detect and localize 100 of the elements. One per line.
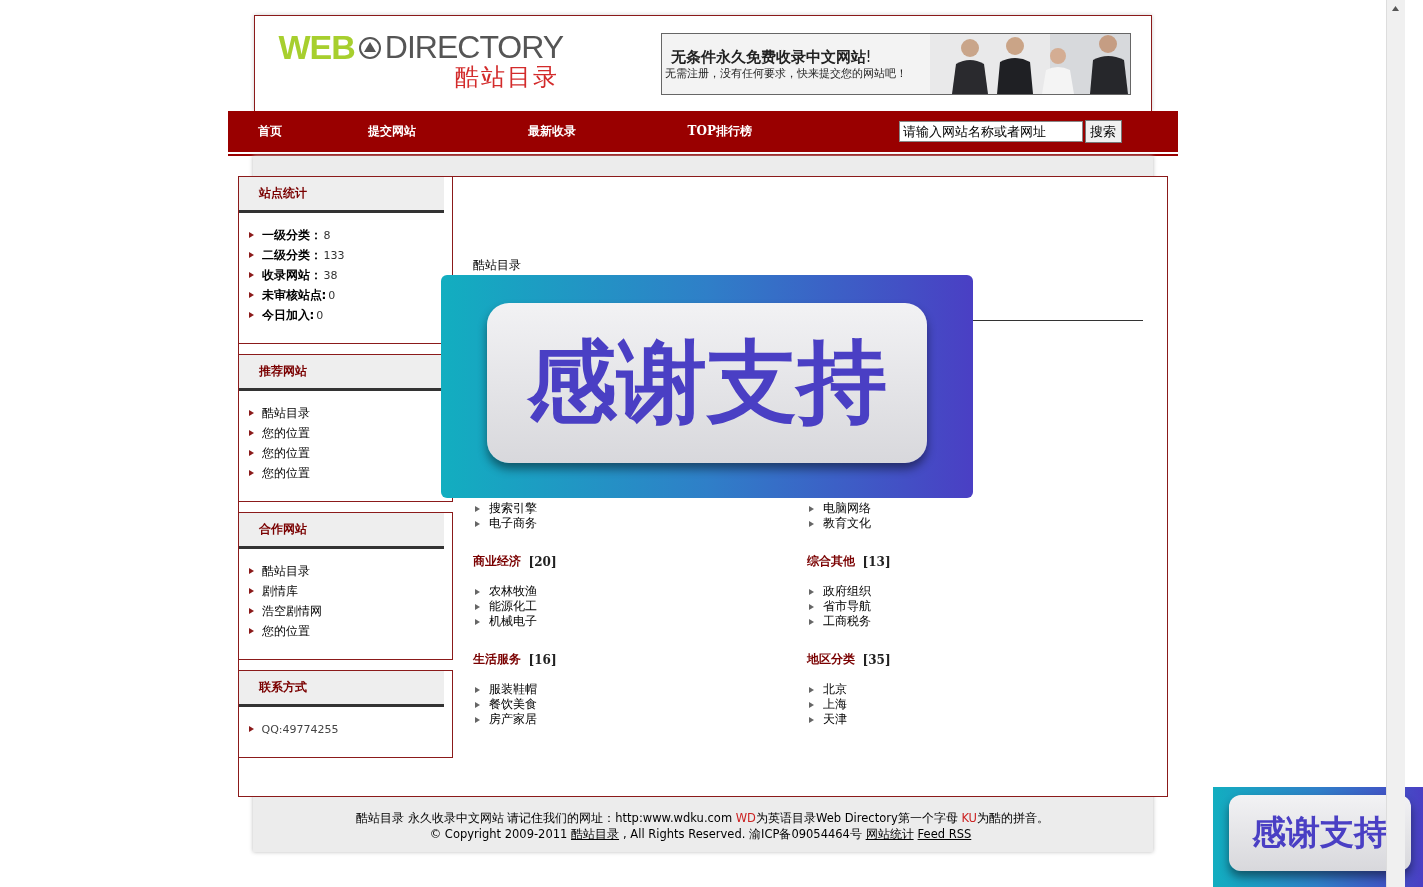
bullet-icon xyxy=(248,470,254,476)
bullet-icon xyxy=(248,232,254,238)
subcategory-link[interactable]: 电脑网络 xyxy=(822,500,871,517)
subcategory-link[interactable]: 能源化工 xyxy=(488,598,537,615)
copyright-text: © Copyright 2009-2011 酷站目录 , All Rights Reserved. 渝ICP备09054464号 网站统计 Feed RSS xyxy=(429,827,973,842)
category-count: [20] xyxy=(528,554,557,569)
category-title[interactable]: 生活服务 xyxy=(472,651,521,668)
box-title: 推荐网站 xyxy=(258,363,307,380)
sidebar-link[interactable]: 您的位置 xyxy=(261,464,310,482)
stat-value: 0 xyxy=(316,308,324,322)
bullet-icon xyxy=(474,520,480,527)
subcategory-link[interactable]: 天津 xyxy=(822,711,847,728)
nav-link[interactable]: 提交网站 xyxy=(367,123,416,140)
category-title[interactable]: 综合其他 xyxy=(806,553,855,570)
category-title[interactable]: 商业经济 xyxy=(472,553,521,570)
banner-subline: 无需注册，没有任何要求，快来提交您的网站吧！ xyxy=(664,66,907,81)
subcategory-link[interactable]: 北京 xyxy=(822,681,847,698)
bullet-icon xyxy=(248,588,254,594)
stat-label: 未审核站点: xyxy=(261,286,327,304)
footer-text: 酷站目录 永久收录中文网站 请记住我们的网址：http:www.wdku.com WD为英语目录Web Directory第一个字母 KU为酷的拼音。 xyxy=(355,811,1050,826)
scrollbar[interactable] xyxy=(1386,0,1405,887)
subcategory-link[interactable]: 服装鞋帽 xyxy=(488,681,537,698)
bullet-icon xyxy=(474,686,480,693)
bullet-icon xyxy=(474,588,480,595)
subcategory-link[interactable]: 工商税务 xyxy=(822,613,871,630)
sidebar-link[interactable]: 浩空剧情网 xyxy=(261,602,322,620)
category-count: [16] xyxy=(528,652,557,667)
nav-link[interactable]: 最新收录 xyxy=(527,123,576,140)
bullet-icon xyxy=(474,701,480,708)
ad-text: 感谢支持 xyxy=(1252,811,1388,854)
subcategory-link[interactable]: 电子商务 xyxy=(488,515,537,532)
category-count: [35] xyxy=(862,652,891,667)
contact-text: QQ:49774255 xyxy=(261,722,339,736)
banner[interactable]: 无条件永久免费收录中文网站! 无需注册，没有任何要求，快来提交您的网站吧！ xyxy=(660,32,1131,95)
bullet-icon xyxy=(248,272,254,278)
logo-text: DIRECTORY xyxy=(384,29,564,65)
stat-label: 今日加入: xyxy=(261,306,315,324)
box-title: 联系方式 xyxy=(258,679,307,696)
bullet-icon xyxy=(808,618,814,625)
bullet-icon xyxy=(808,588,814,595)
bullet-icon xyxy=(474,618,480,625)
subcategory-link[interactable]: 房产家居 xyxy=(488,711,537,728)
bullet-icon xyxy=(474,716,480,723)
nav-link[interactable]: 首页 xyxy=(257,123,282,140)
stat-value: 0 xyxy=(328,288,336,302)
subcategory-link[interactable]: 省市导航 xyxy=(822,598,871,615)
box-title: 合作网站 xyxy=(258,521,307,538)
box-title: 站点统计 xyxy=(258,185,307,202)
subcategory-link[interactable]: 农林牧渔 xyxy=(488,583,537,600)
bullet-icon xyxy=(808,686,814,693)
arrow-circle-icon xyxy=(358,36,381,59)
category-count: [13] xyxy=(862,554,891,569)
stat-value: 38 xyxy=(323,268,338,282)
stat-label: 收录网站： xyxy=(261,266,322,284)
sidebar-link[interactable]: 酷站目录 xyxy=(261,404,310,422)
sidebar-link[interactable]: 您的位置 xyxy=(261,444,310,462)
bullet-icon xyxy=(248,252,254,258)
subcategory-link[interactable]: 上海 xyxy=(822,696,847,713)
bullet-icon xyxy=(808,603,814,610)
logo-text: WEB xyxy=(278,28,355,67)
sidebar-link[interactable]: 您的位置 xyxy=(261,622,310,640)
search-button[interactable]: 搜索 xyxy=(1084,120,1122,143)
bullet-icon xyxy=(808,716,814,723)
nav-link[interactable]: TOP排行榜 xyxy=(687,123,752,140)
subcategory-link[interactable]: 搜索引擎 xyxy=(488,500,537,517)
sidebar-link[interactable]: 您的位置 xyxy=(261,424,310,442)
bullet-icon xyxy=(248,292,254,298)
stat-label: 一级分类： xyxy=(261,226,322,244)
search-field[interactable]: 请输入网站名称或者网址 xyxy=(898,121,1083,142)
sidebar-link[interactable]: 剧情库 xyxy=(261,582,298,600)
ad-text: 感谢支持 xyxy=(527,327,887,436)
floating-ad[interactable]: 感谢支持 xyxy=(1213,787,1423,887)
category-title[interactable]: 地区分类 xyxy=(806,651,855,668)
subcategory-link[interactable]: 教育文化 xyxy=(822,515,871,532)
bullet-icon xyxy=(248,410,254,416)
bullet-icon xyxy=(248,726,254,732)
footer-link[interactable]: 网站统计 xyxy=(865,827,914,841)
bullet-icon xyxy=(248,312,254,318)
breadcrumb: 酷站目录 xyxy=(472,257,521,274)
bullet-icon xyxy=(248,608,254,614)
bullet-icon xyxy=(808,520,814,527)
bullet-icon xyxy=(808,505,814,512)
stat-value: 133 xyxy=(323,248,345,262)
subcategory-link[interactable]: 机械电子 xyxy=(488,613,537,630)
bullet-icon xyxy=(808,701,814,708)
stat-label: 二级分类： xyxy=(261,246,322,264)
banner-headline: 无条件永久免费收录中文网站! xyxy=(669,47,873,67)
subcategory-link[interactable]: 政府组织 xyxy=(822,583,871,600)
sidebar-link[interactable]: 酷站目录 xyxy=(261,562,310,580)
bullet-icon xyxy=(474,505,480,512)
bullet-icon xyxy=(248,430,254,436)
bullet-icon xyxy=(248,568,254,574)
footer-link[interactable]: 酷站目录 xyxy=(571,827,620,841)
floating-ad[interactable]: 感谢支持 xyxy=(441,275,973,498)
bullet-icon xyxy=(248,628,254,634)
bullet-icon xyxy=(248,450,254,456)
subcategory-link[interactable]: 餐饮美食 xyxy=(488,696,537,713)
bullet-icon xyxy=(474,603,480,610)
logo-subtitle: 酷站目录 xyxy=(455,62,560,93)
footer-link[interactable]: Feed RSS xyxy=(917,827,972,841)
